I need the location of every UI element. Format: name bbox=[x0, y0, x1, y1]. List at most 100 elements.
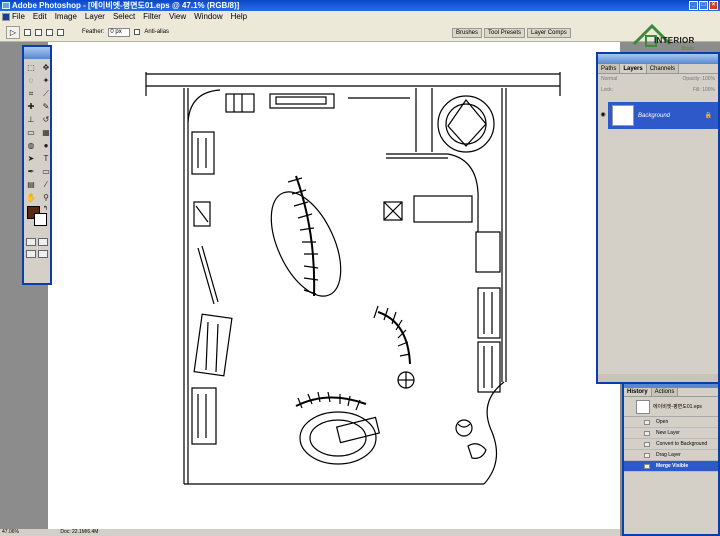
menu-layer[interactable]: Layer bbox=[85, 11, 105, 23]
screen-mode-standard-icon[interactable] bbox=[26, 250, 36, 258]
background-color-swatch[interactable] bbox=[34, 213, 47, 226]
title-bar: Adobe Photoshop - [에이비엣-평면도01.eps @ 47.1… bbox=[0, 0, 720, 11]
add-selection-icon[interactable] bbox=[35, 28, 42, 36]
path-selection-tool-icon[interactable]: ➤ bbox=[25, 153, 37, 164]
history-item-new-layer[interactable]: New Layer bbox=[624, 428, 718, 439]
subtract-selection-icon[interactable] bbox=[46, 28, 53, 36]
blend-mode-select[interactable]: Normal bbox=[601, 76, 617, 83]
menu-bar: File Edit Image Layer Select Filter View… bbox=[0, 11, 720, 23]
well-tab-layer-comps[interactable]: Layer Comps bbox=[527, 28, 571, 38]
well-tab-brushes[interactable]: Brushes bbox=[452, 28, 483, 38]
eraser-tool-icon[interactable]: ▭ bbox=[25, 127, 37, 138]
window-title: Adobe Photoshop - [에이비엣-평면도01.eps @ 47.1… bbox=[12, 1, 240, 10]
history-state-icon bbox=[644, 431, 650, 436]
lasso-tool-icon[interactable]: ◌ bbox=[25, 75, 37, 86]
logo-text: INTERIOR bbox=[654, 36, 695, 45]
document-icon[interactable] bbox=[2, 13, 10, 21]
layers-panel-header[interactable] bbox=[598, 54, 718, 64]
floor-plan-drawing bbox=[145, 72, 561, 485]
dodge-tool-icon[interactable]: ● bbox=[40, 140, 52, 151]
standard-mode-icon[interactable] bbox=[26, 238, 36, 246]
menu-help[interactable]: Help bbox=[231, 11, 247, 23]
antialias-checkbox[interactable] bbox=[134, 29, 141, 35]
layers-panel-footer bbox=[598, 374, 718, 382]
feather-label: Feather: bbox=[82, 29, 105, 35]
healing-brush-tool-icon[interactable]: ✚ bbox=[25, 101, 37, 112]
menu-image[interactable]: Image bbox=[55, 11, 77, 23]
toolbox-panel: ⬚ ✥ ◌ ✦ ⌗ ⟋ ✚ ✎ ⊥ ↺ ▭ ▦ ◍ ● ➤ T ✒ ▭ ▤ ⁄ … bbox=[22, 45, 52, 285]
toolbox-header[interactable] bbox=[24, 47, 50, 59]
tab-actions[interactable]: Actions bbox=[651, 388, 679, 396]
tab-history[interactable]: History bbox=[624, 388, 652, 396]
status-bar: 47.06% Doc: 22.1M/6.4M bbox=[0, 529, 620, 536]
tab-channels[interactable]: Channels bbox=[646, 64, 680, 73]
history-item-merge-visible[interactable]: Merge Visible bbox=[624, 461, 718, 472]
opacity-label: Opacity: bbox=[682, 76, 701, 82]
history-item-label: New Layer bbox=[656, 430, 680, 436]
layers-panel: Paths Layers Channels Normal Opacity: 10… bbox=[596, 52, 720, 384]
interior-brain-logo: INTERIOR Brain bbox=[632, 22, 712, 56]
tab-paths[interactable]: Paths bbox=[598, 64, 621, 73]
photoshop-app-icon bbox=[2, 2, 10, 9]
lock-row: Lock: Fill: 100% bbox=[598, 85, 718, 96]
well-tab-tool-presets[interactable]: Tool Presets bbox=[484, 28, 526, 38]
quick-mask-icon[interactable] bbox=[38, 238, 48, 246]
notes-tool-icon[interactable]: ▤ bbox=[25, 179, 37, 190]
tab-layers[interactable]: Layers bbox=[620, 64, 647, 73]
pen-tool-icon[interactable]: ✒ bbox=[25, 166, 37, 177]
menu-edit[interactable]: Edit bbox=[33, 11, 47, 23]
close-button[interactable]: × bbox=[709, 1, 718, 10]
mode-buttons bbox=[24, 236, 50, 248]
minimize-button[interactable]: _ bbox=[689, 1, 698, 10]
feather-input[interactable]: 0 px bbox=[108, 27, 131, 37]
intersect-selection-icon[interactable] bbox=[57, 28, 64, 36]
history-item-convert-to-background[interactable]: Convert to Background bbox=[624, 439, 718, 450]
gradient-tool-icon[interactable]: ▦ bbox=[40, 127, 52, 138]
history-brush-tool-icon[interactable]: ↺ bbox=[40, 114, 52, 125]
snapshot-thumbnail bbox=[636, 399, 650, 414]
menu-file[interactable]: File bbox=[12, 11, 25, 23]
magic-wand-tool-icon[interactable]: ✦ bbox=[40, 75, 52, 86]
opacity-value[interactable]: 100% bbox=[702, 76, 715, 82]
fill-value[interactable]: 100% bbox=[702, 87, 715, 93]
history-state-icon bbox=[644, 442, 650, 447]
blend-row: Normal Opacity: 100% bbox=[598, 74, 718, 85]
menu-select[interactable]: Select bbox=[113, 11, 135, 23]
lock-label: Lock: bbox=[601, 87, 613, 93]
history-item-label: Open bbox=[656, 419, 669, 425]
swap-colors-icon[interactable]: ↰ bbox=[43, 205, 48, 212]
history-item-label: Merge Visible bbox=[656, 463, 689, 469]
layer-background[interactable]: ◉ Background 🔒 bbox=[598, 102, 718, 129]
doc-size: Doc: 22.1M/6.4M bbox=[60, 529, 99, 535]
eyedropper-tool-icon[interactable]: ⁄ bbox=[40, 179, 52, 190]
new-selection-icon[interactable] bbox=[24, 28, 31, 36]
menu-window[interactable]: Window bbox=[194, 11, 222, 23]
marquee-tool-icon[interactable]: ⬚ bbox=[25, 62, 37, 73]
lock-icon: 🔒 bbox=[704, 113, 712, 119]
history-snapshot[interactable]: 에이비엣-평면도01.eps bbox=[624, 397, 718, 417]
maximize-button[interactable]: □ bbox=[699, 1, 708, 10]
slice-tool-icon[interactable]: ⟋ bbox=[40, 88, 52, 99]
antialias-label: Anti-alias bbox=[144, 29, 170, 35]
tool-preset-picker[interactable]: ▷ bbox=[6, 25, 20, 39]
zoom-tool-icon[interactable]: ⚲ bbox=[40, 192, 52, 203]
screen-mode-full-icon[interactable] bbox=[38, 250, 48, 258]
options-bar: ▷ Feather: 0 px Anti-alias bbox=[0, 23, 720, 42]
tool-grid: ⬚ ✥ ◌ ✦ ⌗ ⟋ ✚ ✎ ⊥ ↺ ▭ ▦ ◍ ● ➤ T ✒ ▭ ▤ ⁄ … bbox=[24, 59, 50, 206]
menu-filter[interactable]: Filter bbox=[143, 11, 161, 23]
type-tool-icon[interactable]: T bbox=[40, 153, 52, 164]
zoom-level[interactable]: 47.06% bbox=[2, 529, 19, 535]
eye-icon[interactable]: ◉ bbox=[598, 102, 608, 129]
move-tool-icon[interactable]: ✥ bbox=[40, 62, 52, 73]
brush-tool-icon[interactable]: ✎ bbox=[40, 101, 52, 112]
hand-tool-icon[interactable]: ✋ bbox=[25, 192, 37, 203]
history-item-open[interactable]: Open bbox=[624, 417, 718, 428]
blur-tool-icon[interactable]: ◍ bbox=[25, 140, 37, 151]
menu-view[interactable]: View bbox=[169, 11, 186, 23]
clone-stamp-tool-icon[interactable]: ⊥ bbox=[25, 114, 37, 125]
layers-panel-tabs: Paths Layers Channels bbox=[598, 64, 718, 74]
shape-tool-icon[interactable]: ▭ bbox=[40, 166, 52, 177]
crop-tool-icon[interactable]: ⌗ bbox=[25, 88, 37, 99]
history-item-drag-layer[interactable]: Drag Layer bbox=[624, 450, 718, 461]
history-state-icon bbox=[644, 453, 650, 458]
